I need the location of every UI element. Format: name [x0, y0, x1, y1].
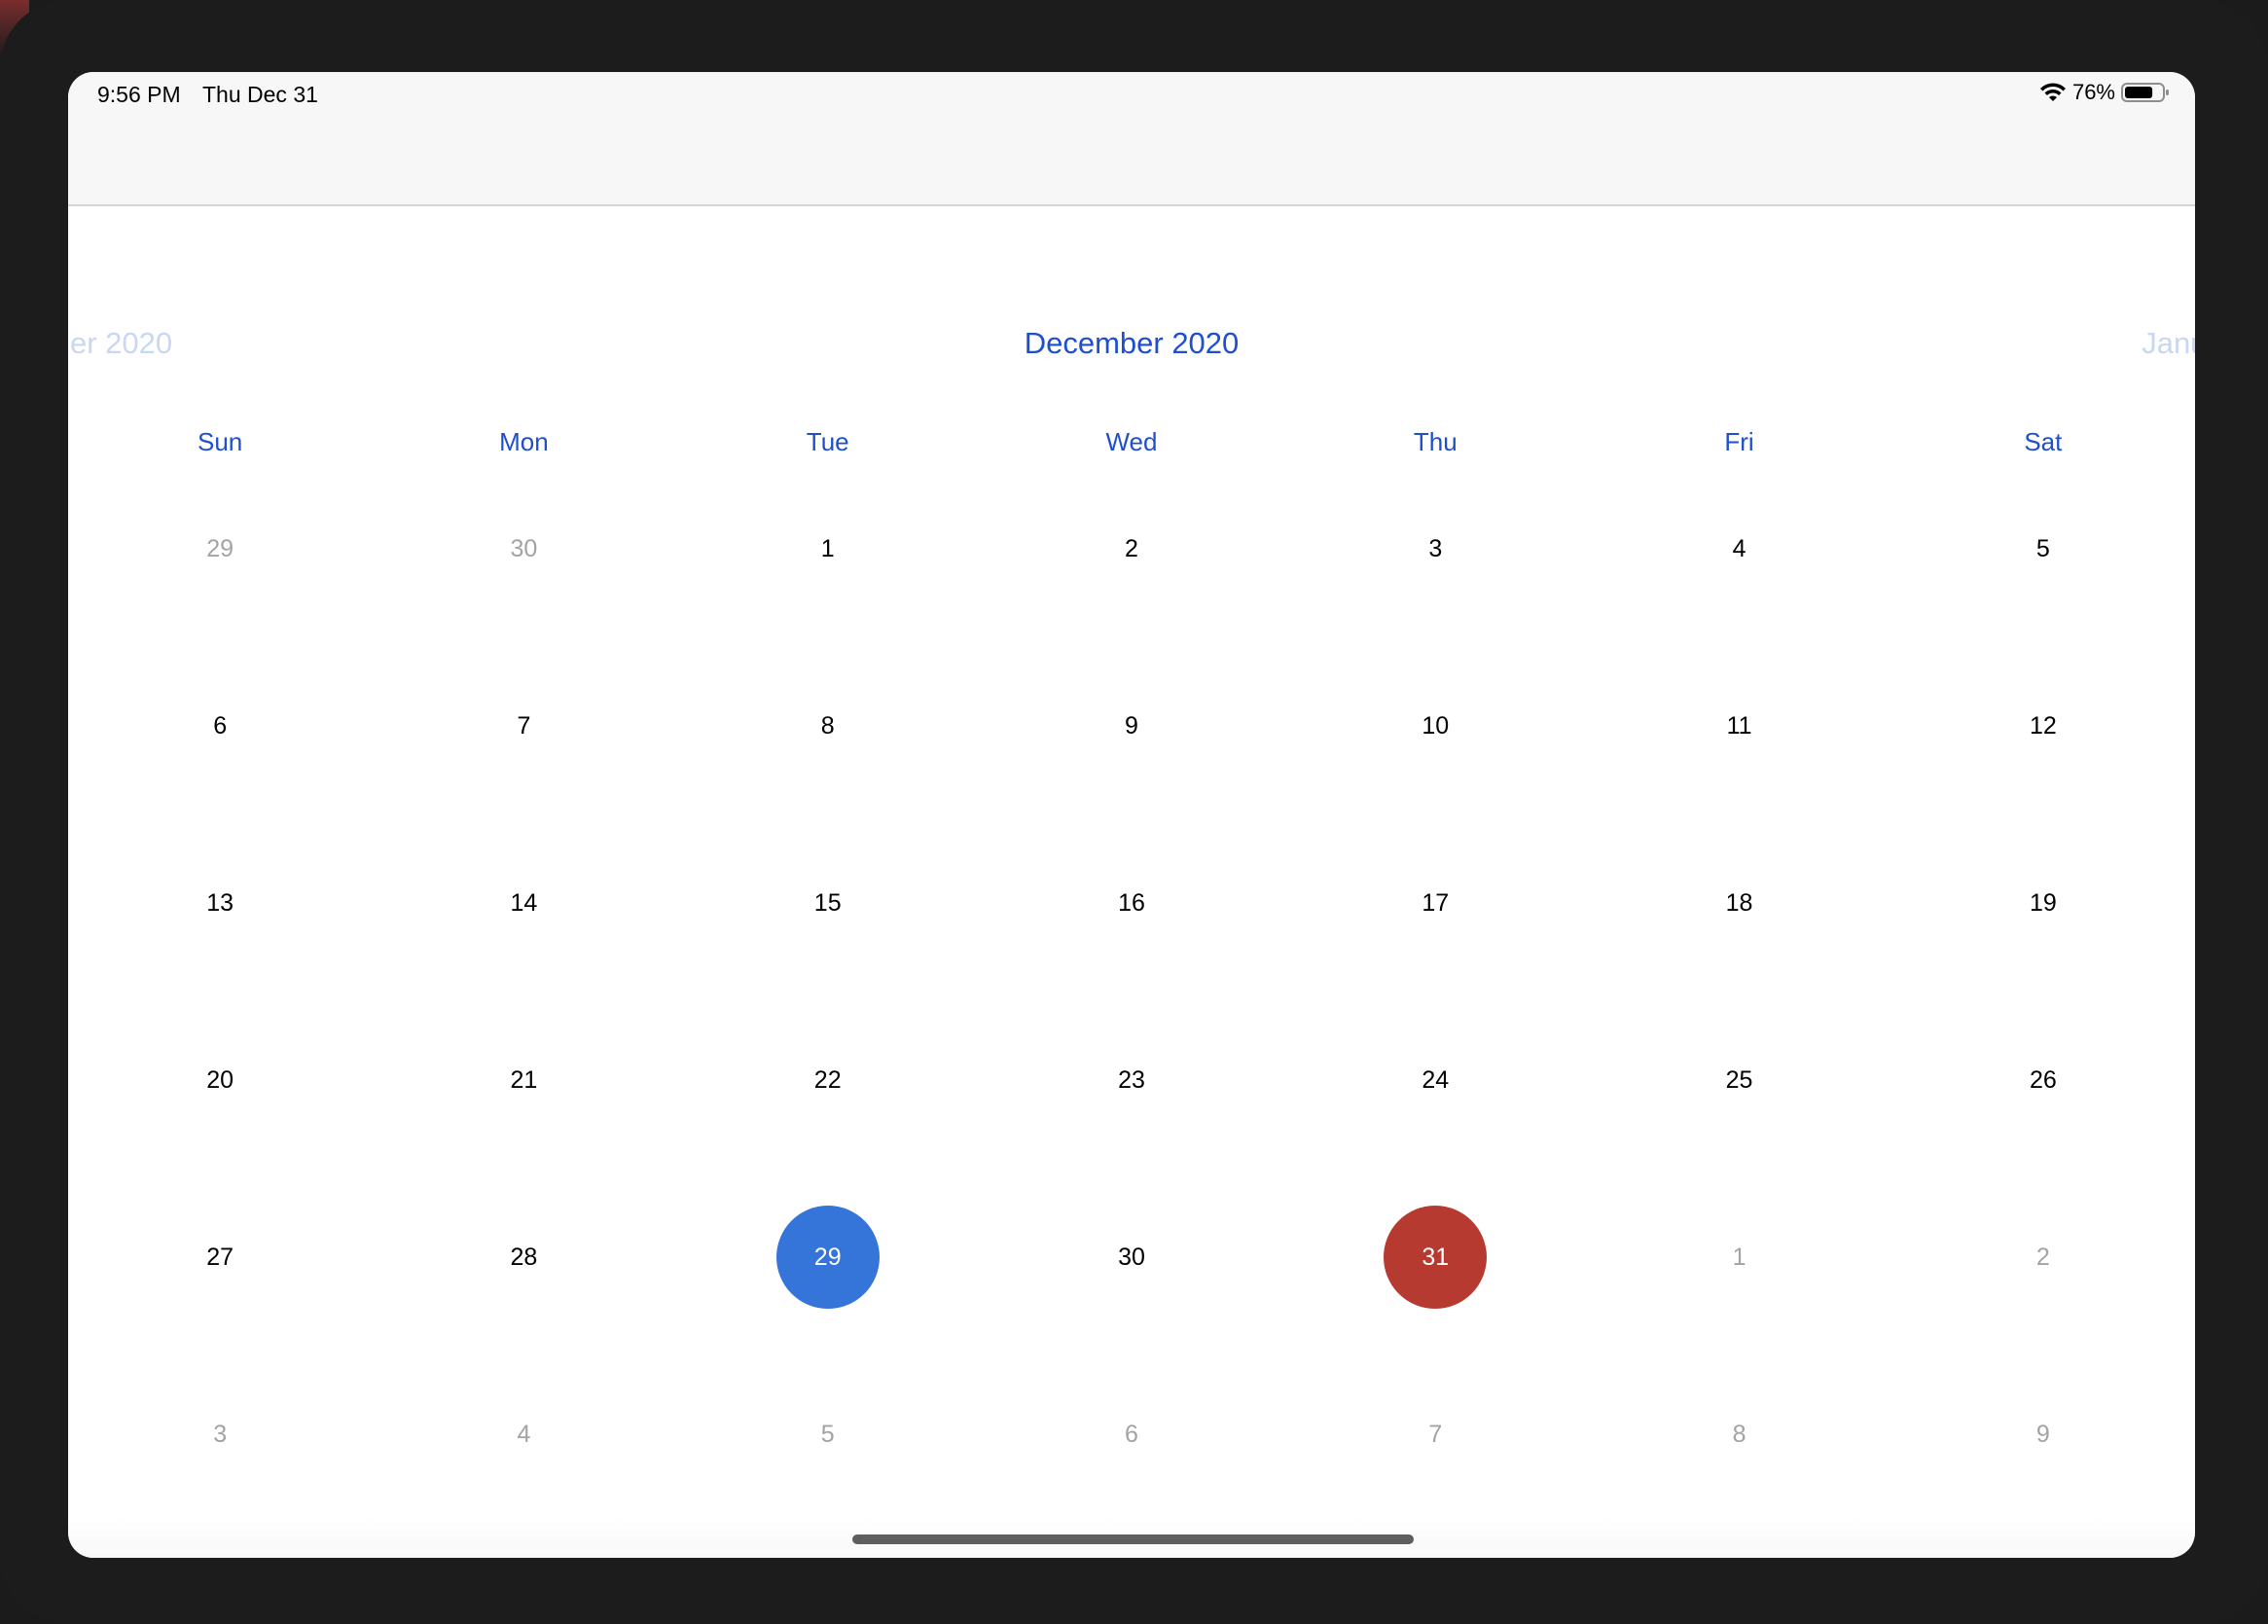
day-number: 13 — [206, 889, 234, 917]
day-number: 5 — [820, 1421, 835, 1448]
day-cell[interactable]: 1 — [676, 529, 980, 706]
weekday-wed: Wed — [1105, 427, 1158, 456]
day-number: 19 — [2029, 889, 2057, 917]
home-indicator[interactable] — [852, 1534, 1414, 1544]
day-cell[interactable]: 4 — [1587, 529, 1890, 706]
day-cell[interactable]: 16 — [980, 884, 1283, 1061]
day-number: 23 — [1118, 1066, 1145, 1094]
day-cell[interactable]: 19 — [1891, 884, 2195, 1061]
day-number: 7 — [1428, 1421, 1443, 1448]
day-cell[interactable]: 11 — [1587, 706, 1890, 884]
battery-percent: 76% — [2071, 80, 2115, 104]
day-cell-other-month[interactable]: 29 — [68, 529, 372, 706]
day-number: 31 — [1422, 1244, 1450, 1271]
day-number: 27 — [206, 1244, 234, 1271]
day-number: 17 — [1422, 889, 1450, 917]
day-cell[interactable]: 17 — [1283, 884, 1587, 1061]
day-number: 16 — [1118, 889, 1145, 917]
day-number: 6 — [213, 712, 228, 740]
day-number: 12 — [2029, 712, 2057, 740]
day-cell[interactable]: 26 — [1891, 1061, 2195, 1238]
day-number: 1 — [1732, 1244, 1746, 1271]
day-number: 3 — [213, 1421, 228, 1448]
status-bar: 9:56 PM Thu Dec 31 76% — [68, 72, 2195, 206]
day-number: 11 — [1726, 712, 1752, 740]
day-cell-today[interactable]: 31 — [1283, 1206, 1587, 1415]
day-cell-other-month[interactable]: 2 — [1891, 1238, 2195, 1415]
device-bezel: 9:56 PM Thu Dec 31 76% er 2020 December … — [0, 0, 2268, 1624]
weekday-mon: Mon — [499, 427, 549, 456]
wifi-icon — [2039, 83, 2066, 101]
day-cell[interactable]: 8 — [676, 706, 980, 884]
day-cell[interactable]: 6 — [68, 706, 372, 884]
day-cell[interactable]: 14 — [372, 884, 675, 1061]
current-month-label: December 2020 — [1024, 326, 1240, 360]
day-cell[interactable]: 15 — [676, 884, 980, 1061]
day-cell[interactable]: 27 — [68, 1238, 372, 1415]
day-cell[interactable]: 7 — [372, 706, 675, 884]
weekday-sat: Sat — [2024, 427, 2063, 456]
day-number: 29 — [813, 1244, 842, 1271]
weekday-tue: Tue — [806, 427, 849, 456]
day-number: 30 — [510, 535, 538, 562]
day-number: 8 — [820, 712, 835, 740]
next-month-label[interactable]: Januar — [2142, 326, 2195, 361]
day-cell[interactable]: 23 — [980, 1061, 1283, 1238]
status-date: Thu Dec 31 — [202, 82, 318, 107]
day-cell[interactable]: 13 — [68, 884, 372, 1061]
day-cell[interactable]: 2 — [980, 529, 1283, 706]
day-number: 18 — [1725, 889, 1753, 917]
day-cell[interactable]: 9 — [980, 706, 1283, 884]
status-indicators: 76% — [2039, 80, 2170, 105]
day-number: 6 — [1125, 1421, 1138, 1448]
day-number: 14 — [510, 889, 538, 917]
status-time: 9:56 PM — [97, 82, 181, 107]
battery-icon — [2121, 83, 2169, 102]
weekday-fri: Fri — [1724, 427, 1754, 456]
day-number: 20 — [206, 1066, 234, 1094]
day-number: 4 — [1732, 535, 1746, 562]
day-number: 2 — [2035, 1244, 2050, 1271]
day-number: 8 — [1732, 1421, 1746, 1448]
day-cell[interactable]: 3 — [1283, 529, 1587, 706]
day-cell[interactable]: 30 — [980, 1238, 1283, 1415]
day-number: 21 — [510, 1066, 538, 1094]
day-number: 4 — [517, 1421, 531, 1448]
day-number: 9 — [2035, 1421, 2050, 1448]
day-number: 5 — [2035, 535, 2050, 562]
weekday-thu: Thu — [1413, 427, 1458, 456]
calendar-day-grid: 29 30 1 2 3 4 5 6 7 8 9 10 11 12 13 14 15 16 17 18 19 20 21 22 2… — [68, 529, 2195, 1558]
day-cell[interactable]: 12 — [1891, 706, 2195, 884]
day-number: 26 — [2029, 1066, 2057, 1094]
day-cell[interactable]: 25 — [1587, 1061, 1890, 1238]
day-cell-other-month[interactable]: 30 — [372, 529, 675, 706]
day-number: 2 — [1125, 535, 1138, 562]
day-number: 30 — [1118, 1244, 1145, 1271]
day-number: 1 — [820, 535, 835, 562]
day-cell[interactable]: 21 — [372, 1061, 675, 1238]
day-number: 3 — [1428, 535, 1443, 562]
day-cell[interactable]: 5 — [1891, 529, 2195, 706]
day-number: 22 — [813, 1066, 842, 1094]
day-cell[interactable]: 18 — [1587, 884, 1890, 1061]
day-number: 9 — [1125, 712, 1138, 740]
month-header: er 2020 December 2020 Januar — [68, 302, 2195, 360]
day-cell[interactable]: 10 — [1283, 706, 1587, 884]
weekday-header-row: Sun Mon Tue Wed Thu Fri Sat — [68, 427, 2195, 466]
day-number: 10 — [1422, 712, 1450, 740]
day-number: 28 — [510, 1244, 538, 1271]
day-number: 25 — [1725, 1066, 1753, 1094]
screen: 9:56 PM Thu Dec 31 76% er 2020 December … — [68, 72, 2195, 1558]
day-cell[interactable]: 20 — [68, 1061, 372, 1238]
day-number: 24 — [1422, 1066, 1450, 1094]
weekday-sun: Sun — [198, 427, 243, 456]
day-cell-selected[interactable]: 29 — [676, 1206, 980, 1415]
day-number: 15 — [813, 889, 842, 917]
day-number: 29 — [206, 535, 234, 562]
day-cell[interactable]: 28 — [372, 1238, 675, 1415]
day-cell-other-month[interactable]: 1 — [1587, 1238, 1890, 1415]
day-number: 7 — [517, 712, 531, 740]
